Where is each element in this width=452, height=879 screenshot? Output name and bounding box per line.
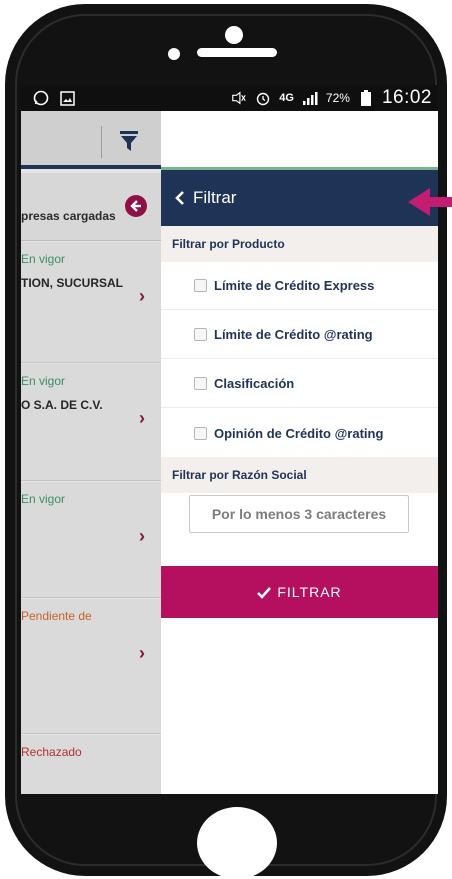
background-toolbar (21, 111, 161, 169)
battery-percent: 72% (325, 91, 350, 105)
speaker-grille (197, 48, 277, 57)
mute-icon (231, 90, 247, 106)
item-status: En vigor (21, 492, 66, 506)
battery-icon (358, 90, 374, 106)
checkbox[interactable] (194, 377, 207, 390)
razon-social-input[interactable] (189, 495, 409, 533)
background-summary: presas cargadas (21, 173, 161, 241)
checkbox[interactable] (194, 426, 207, 440)
drawer-title: Filtrar (193, 188, 237, 207)
chevron-right-icon[interactable]: › (139, 286, 145, 307)
checkbox[interactable] (194, 279, 207, 292)
signal-icon (302, 90, 318, 106)
option-opinion-rating[interactable]: Opinión de Crédito @rating (161, 409, 438, 457)
back-circle-icon[interactable] (125, 195, 147, 217)
item-status: Pendiente de (21, 609, 92, 623)
chevron-right-icon[interactable]: › (139, 643, 145, 664)
whatsapp-icon (33, 90, 49, 106)
filtrar-button-label: FILTRAR (277, 584, 342, 600)
checkbox[interactable] (194, 328, 207, 341)
list-item[interactable]: En vigor › (21, 482, 161, 598)
filter-drawer: Filtrar Filtrar por Producto Límite de C… (161, 111, 438, 794)
option-label: Límite de Crédito Express (214, 278, 375, 293)
home-button[interactable] (197, 807, 277, 879)
item-status: En vigor (21, 374, 66, 388)
option-clasificacion[interactable]: Clasificación (161, 360, 438, 408)
annotation-arrow-icon (408, 188, 452, 216)
background-list-panel[interactable]: presas cargadas En vigor TION, SUCURSAL … (21, 111, 161, 794)
chevron-right-icon[interactable]: › (139, 526, 145, 547)
alarm-icon (255, 90, 271, 106)
option-label: Límite de Crédito @rating (214, 327, 373, 342)
chevron-left-icon[interactable] (175, 191, 185, 205)
toolbar-divider (101, 126, 102, 158)
summary-text: presas cargadas (21, 209, 116, 223)
filter-icon[interactable] (119, 130, 139, 152)
item-company: O S.A. DE C.V. (21, 398, 103, 412)
gallery-icon (59, 90, 75, 106)
option-label: Clasificación (214, 376, 295, 391)
network-type: 4G (279, 92, 294, 104)
list-item[interactable]: Rechazado (21, 735, 161, 794)
list-item[interactable]: Pendiente de › (21, 599, 161, 734)
camera-icon (168, 48, 180, 60)
option-label: Opinión de Crédito @rating (214, 425, 384, 441)
list-item[interactable]: En vigor TION, SUCURSAL › (21, 242, 161, 363)
section-product-header: Filtrar por Producto (161, 226, 438, 262)
option-limite-express[interactable]: Límite de Crédito Express (161, 262, 438, 310)
filtrar-button[interactable]: FILTRAR (161, 566, 438, 618)
status-time: 16:02 (381, 87, 432, 108)
section-social-header: Filtrar por Razón Social (161, 457, 438, 493)
item-status: En vigor (21, 252, 66, 266)
screen: 4G 72% 16:02 presas cargadas En vigor TI… (21, 85, 438, 794)
option-limite-rating[interactable]: Límite de Crédito @rating (161, 311, 438, 359)
front-sensor (225, 26, 243, 44)
list-item[interactable]: En vigor O S.A. DE C.V. › (21, 364, 161, 481)
check-icon (257, 586, 272, 599)
drawer-header[interactable]: Filtrar (161, 170, 438, 226)
status-bar: 4G 72% 16:02 (21, 85, 438, 111)
item-company: TION, SUCURSAL (21, 276, 123, 290)
item-status: Rechazado (21, 745, 82, 759)
chevron-right-icon[interactable]: › (139, 408, 145, 429)
